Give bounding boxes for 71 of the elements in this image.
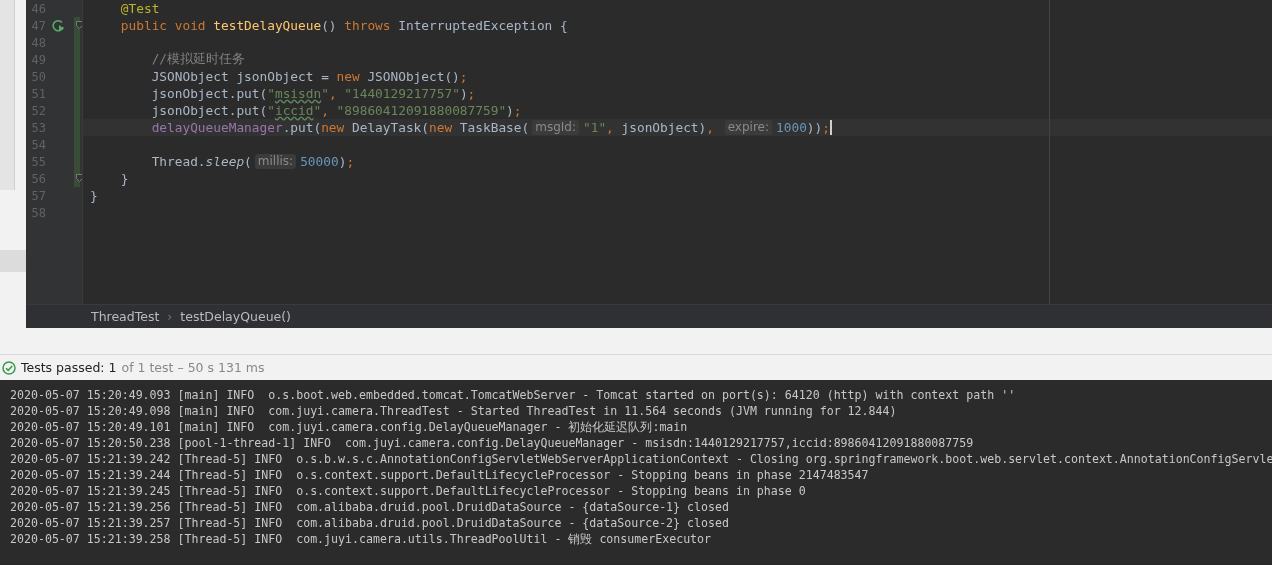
test-summary: Tests passed: 1 [21,360,117,375]
code-token: ) [459,86,468,101]
code-token: () [321,18,338,33]
parameter-hint: msgId: [532,120,579,135]
log-line: 2020-05-07 15:21:39.258 [Thread-5] INFO com.juyi.camera.utils.ThreadPoolUtil - 销毁 consumerExecutor [10,531,713,547]
code-token: InterruptedException { [398,18,568,33]
code-token: DelayTask( [352,120,430,135]
code-token: JSONObject jsonObject = [150,69,330,84]
code-token: } [90,188,98,203]
check-icon [2,360,16,375]
log-line: 2020-05-07 15:21:39.242 [Thread-5] INFO o.s.b.w.s.c.AnnotationConfigServletWebServerApplicationContext - Closing org.springframework.boot.web.servlet.context.AnnotationConfigServle [10,451,1272,467]
fold-icon[interactable] [76,21,83,29]
code-token: 1000 [776,120,807,135]
code-token: iccid [274,103,314,118]
code-token: ; [346,154,355,169]
code-token: sleep [205,154,245,169]
log-line: 2020-05-07 15:21:39.257 [Thread-5] INFO com.alibaba.druid.pool.DruidDataSource - {dataSource-2} closed [10,515,730,531]
run-icon[interactable] [52,19,65,32]
log-line: 2020-05-07 15:20:49.093 [main] INFO o.s.boot.web.embedded.tomcat.TomcatWebServer - Tomcat started on port(s): 64120 (http) with context path '' [10,387,1017,403]
log-line: 2020-05-07 15:20:50.238 [pool-1-thread-1] INFO com.juyi.camera.config.DelayQueueManager - msisdn:1440129217757,iccid:89860412091880087759 [10,435,975,451]
log-line: 2020-05-07 15:20:49.101 [main] INFO com.juyi.camera.config.DelayQueueManager - 初始化延迟队列:main [10,419,689,435]
code-token: } [119,171,129,186]
code-token: , [328,86,338,101]
code-token: "1440129217757" [344,86,460,101]
code-token: 50000 [300,154,339,169]
code-token: delayQueueManager [150,120,283,135]
breadcrumb-item[interactable]: ThreadTest [91,309,160,324]
code-token: "89860412091880087759" [336,103,507,118]
parameter-hint: millis: [254,154,297,169]
code-token: ( [244,154,252,169]
code-token: msisdn [274,86,322,101]
log-line: 2020-05-07 15:21:39.244 [Thread-5] INFO o.s.context.support.DefaultLifecycleProcessor - Stopping beans in phase 2147483547 [10,467,870,483]
log-line: 2020-05-07 15:21:39.256 [Thread-5] INFO com.alibaba.druid.pool.DruidDataSource - {dataSource-1} closed [10,499,730,515]
log-line: 2020-05-07 15:20:49.098 [main] INFO com.juyi.camera.ThreadTest - Started ThreadTest in 11.564 seconds (JVM running for 12.844) [10,403,898,419]
code-token: )) [806,120,823,135]
code-token: , [706,120,715,135]
code-token: jsonObject) [621,120,707,135]
code-token: " [321,86,329,101]
code-token: throws [344,18,392,33]
breadcrumb-separator: › [167,309,173,324]
breadcrumb-item[interactable]: testDelayQueue() [180,309,291,324]
code-token: ; [822,120,830,135]
code-token: ; [459,69,468,84]
code-token: " [313,103,322,118]
code-token: new [429,120,454,135]
code-token: .put( [282,120,322,135]
fold-icon[interactable] [76,174,83,182]
code-token: testDelayQueue [213,18,322,33]
text-cursor [830,120,832,135]
code-token: Thread. [150,154,206,169]
parameter-hint: expire: [724,120,772,135]
code-token: //模拟延时任务 [150,51,246,68]
code-token: new [336,69,361,84]
test-details: of 1 test – 50 s 131 ms [121,360,265,375]
code-token: ) [506,103,514,118]
code-token: " [267,86,275,101]
code-token: ) [338,154,347,169]
code-token: ; [467,86,476,101]
code-token: public void [119,18,207,33]
code-token: jsonObject.put( [150,86,268,101]
code-token: "1" [582,120,607,135]
log-line: 2020-05-07 15:21:39.245 [Thread-5] INFO o.s.context.support.DefaultLifecycleProcessor - Stopping beans in phase 0 [10,483,807,499]
code-token: , [606,120,615,135]
code-token: JSONObject() [367,69,460,84]
code-token: jsonObject.put( [150,103,268,118]
code-token: " [267,103,275,118]
code-token: ; [513,103,522,118]
code-token: TaskBase( [459,120,530,135]
code-token: , [321,103,330,118]
code-token: @Test [119,1,160,16]
code-token: new [321,120,346,135]
